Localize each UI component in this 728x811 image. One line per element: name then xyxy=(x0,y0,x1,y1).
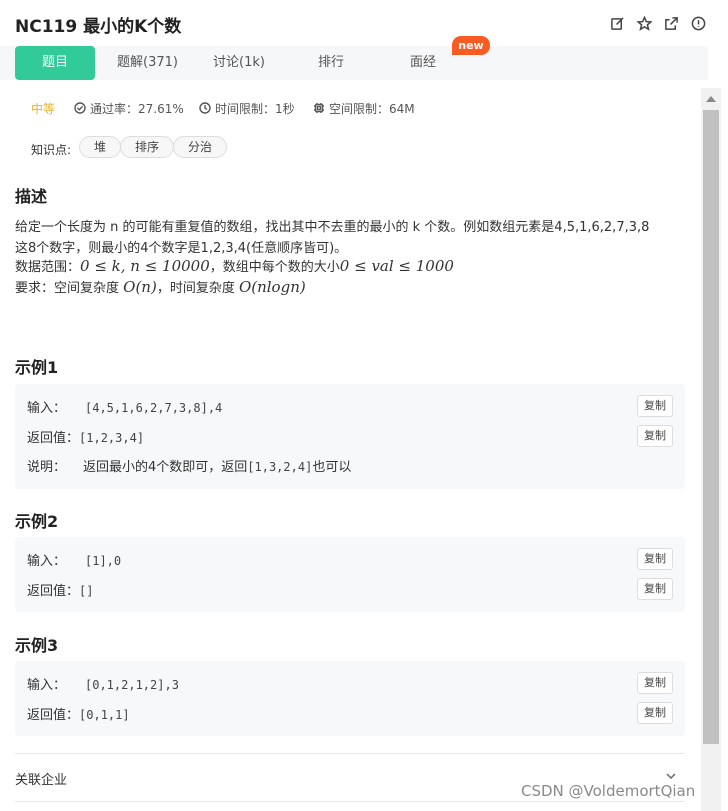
copy-input-button[interactable]: 复制 xyxy=(637,548,673,570)
copy-output-button[interactable]: 复制 xyxy=(637,702,673,724)
share-icon[interactable] xyxy=(664,16,679,31)
output-label: 返回值： xyxy=(27,708,80,723)
tab-ranking[interactable]: 排行 xyxy=(295,46,367,80)
chip-icon xyxy=(314,103,324,113)
output-value: [1,2,3,4] xyxy=(79,431,145,445)
tab-discussion[interactable]: 讨论(1k) xyxy=(200,46,278,80)
info-icon[interactable] xyxy=(691,16,706,31)
data-range: 数据范围：0 ≤ k, n ≤ 10000，数组中每个数的大小0 ≤ val ≤… xyxy=(15,256,695,275)
input-value: [0,1,2,1,2],3 xyxy=(85,678,179,692)
memory-limit: 空间限制：64M xyxy=(313,100,415,116)
example-2-box: 输入： [1],0 复制 返回值：[] 复制 xyxy=(15,537,685,612)
input-label: 输入： xyxy=(27,678,67,693)
description-line-1: 给定一个长度为 n 的可能有重复值的数组，找出其中不去重的最小的 k 个数。例如… xyxy=(15,220,650,235)
example-1-title: 示例1 xyxy=(15,358,59,377)
explain-code: [1,3,2,4] xyxy=(247,460,313,474)
clock-icon xyxy=(199,102,211,114)
input-label: 输入： xyxy=(27,554,67,569)
example-2-title: 示例2 xyxy=(15,512,59,531)
example-2-input: 输入： [1],0 xyxy=(27,550,121,570)
input-value: [1],0 xyxy=(85,554,122,568)
copy-input-button[interactable]: 复制 xyxy=(637,672,673,694)
difficulty-badge: 中等 xyxy=(31,101,56,116)
explain-label: 说明： xyxy=(27,460,67,475)
star-icon[interactable] xyxy=(636,15,653,31)
example-3-input: 输入： [0,1,2,1,2],3 xyxy=(27,674,179,694)
example-1-box: 输入： [4,5,1,6,2,7,3,8],4 复制 返回值：[1,2,3,4] … xyxy=(15,384,685,489)
copy-input-button[interactable]: 复制 xyxy=(637,395,673,417)
page-title: NC119 最小的K个数 xyxy=(15,17,182,37)
description-title: 描述 xyxy=(15,187,48,206)
watermark: CSDN @VoldemortQian xyxy=(521,782,696,800)
tab-problem[interactable]: 题目 xyxy=(15,46,95,80)
check-circle-icon xyxy=(74,102,86,114)
tab-interview[interactable]: 面经 xyxy=(387,46,459,80)
time-complexity: O(nlogn) xyxy=(238,278,306,296)
copy-output-button[interactable]: 复制 xyxy=(637,578,673,600)
knowledge-label: 知识点: xyxy=(31,143,72,157)
time-limit-text: 时间限制：1秒 xyxy=(215,101,295,116)
range-formula-2: 0 ≤ val ≤ 1000 xyxy=(339,257,454,275)
divider xyxy=(15,801,685,802)
scroll-up-icon[interactable] xyxy=(706,96,716,102)
panel-resize-handle[interactable]: ⋮ xyxy=(724,405,728,419)
explain-text-post: 也可以 xyxy=(312,460,352,475)
pass-rate-text: 通过率：27.61% xyxy=(90,101,184,116)
title-bar: NC119 最小的K个数 xyxy=(0,0,728,46)
divider xyxy=(15,753,685,754)
time-limit: 时间限制：1秒 xyxy=(199,100,295,116)
pass-rate: 通过率：27.61% xyxy=(74,100,184,116)
description-line-2: 这8个数字，则最小的4个数字是1,2,3,4(任意顺序皆可)。 xyxy=(15,241,348,256)
copy-output-button[interactable]: 复制 xyxy=(637,425,673,447)
data-range-mid: ，数组中每个数的大小 xyxy=(209,260,340,275)
complexity-requirement: 要求：空间复杂度 O(n)，时间复杂度 O(nlogn) xyxy=(15,277,695,296)
data-range-prefix: 数据范围： xyxy=(15,260,81,275)
tab-solutions[interactable]: 题解(371) xyxy=(105,46,190,80)
tag-divide-conquer[interactable]: 分治 xyxy=(173,136,228,158)
example-2-output: 返回值：[] xyxy=(27,580,93,600)
title-actions xyxy=(610,15,706,31)
scrollbar-thumb[interactable] xyxy=(703,110,719,744)
new-badge: new xyxy=(452,36,490,55)
space-complexity: O(n) xyxy=(123,278,157,296)
example-1-input: 输入： [4,5,1,6,2,7,3,8],4 xyxy=(27,397,222,417)
requirement-mid: ，时间复杂度 xyxy=(156,281,239,296)
tag-sort[interactable]: 排序 xyxy=(120,136,175,158)
output-label: 返回值： xyxy=(27,431,80,446)
example-3-output: 返回值：[0,1,1] xyxy=(27,704,130,724)
memory-limit-text: 空间限制：64M xyxy=(329,101,415,116)
tag-heap[interactable]: 堆 xyxy=(79,136,122,158)
tab-bar: 题目 题解(371) 讨论(1k) 排行 面经 xyxy=(0,46,708,80)
output-label: 返回值： xyxy=(27,584,80,599)
edit-icon[interactable] xyxy=(610,16,625,31)
chevron-down-icon[interactable] xyxy=(664,769,678,783)
related-companies[interactable]: 关联企业 xyxy=(15,769,67,788)
example-1-output: 返回值：[1,2,3,4] xyxy=(27,427,144,447)
example-3-title: 示例3 xyxy=(15,636,59,655)
explain-text-pre: 返回最小的4个数即可，返回 xyxy=(83,460,248,475)
requirement-prefix: 要求：空间复杂度 xyxy=(15,281,124,296)
input-value: [4,5,1,6,2,7,3,8],4 xyxy=(85,401,223,415)
example-1-explanation: 说明： 返回最小的4个数即可，返回[1,3,2,4]也可以 xyxy=(27,456,351,476)
output-value: [] xyxy=(79,584,94,598)
output-value: [0,1,1] xyxy=(79,708,130,722)
example-3-box: 输入： [0,1,2,1,2],3 复制 返回值：[0,1,1] 复制 xyxy=(15,661,685,736)
range-formula-1: 0 ≤ k, n ≤ 10000 xyxy=(80,257,210,275)
input-label: 输入： xyxy=(27,401,67,416)
